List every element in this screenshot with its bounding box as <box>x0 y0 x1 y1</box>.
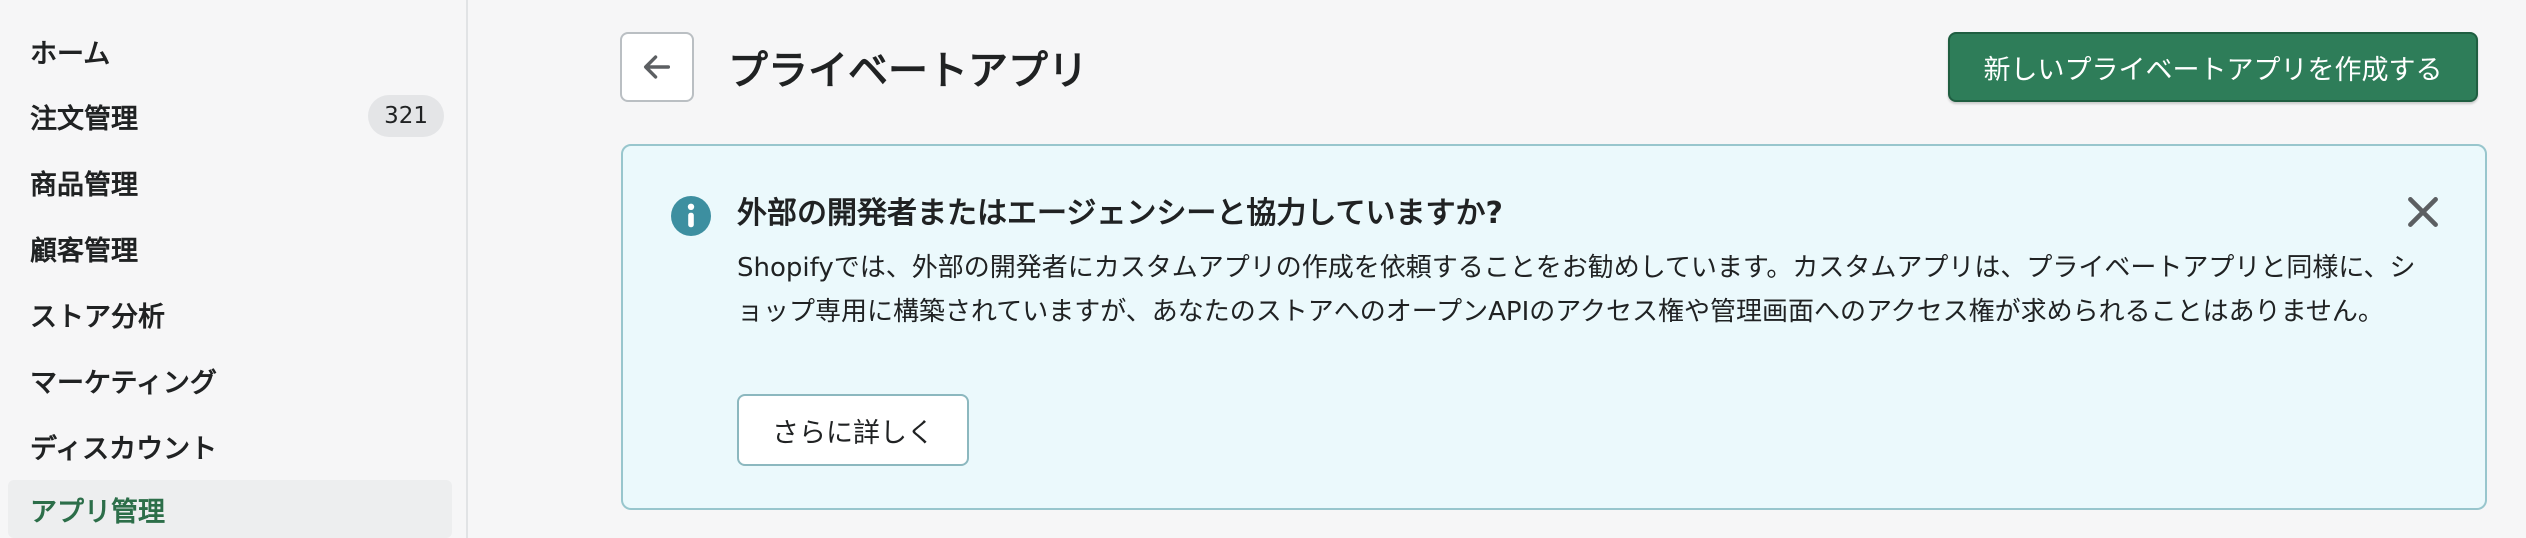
sidebar-item-label: 注文管理 <box>30 103 138 135</box>
info-banner: 外部の開発者またはエージェンシーと協力していますか? Shopifyでは、外部の… <box>621 144 2487 510</box>
main-content: プライベートアプリ 新しいプライベートアプリを作成する 外部の開発者またはエージ… <box>468 0 2526 538</box>
learn-more-button[interactable]: さらに詳しく <box>737 394 969 466</box>
sidebar-item-orders[interactable]: 注文管理 321 <box>8 87 452 145</box>
info-icon <box>671 196 711 236</box>
sidebar-item-home[interactable]: ホーム <box>8 22 452 80</box>
sidebar: ホーム 注文管理 321 商品管理 顧客管理 ストア分析 マーケティング ディス… <box>0 0 468 538</box>
sidebar-item-analytics[interactable]: ストア分析 <box>8 285 452 343</box>
orders-count-badge: 321 <box>368 95 444 137</box>
sidebar-item-label: 商品管理 <box>30 169 138 201</box>
sidebar-item-apps[interactable]: アプリ管理 <box>8 480 452 538</box>
back-button[interactable] <box>620 32 694 102</box>
create-private-app-button[interactable]: 新しいプライベートアプリを作成する <box>1948 32 2478 102</box>
sidebar-item-products[interactable]: 商品管理 <box>8 153 452 211</box>
banner-body: Shopifyでは、外部の開発者にカスタムアプリの作成を依頼することをお勧めして… <box>737 253 2416 327</box>
sidebar-item-label: ディスカウント <box>30 433 218 465</box>
sidebar-item-label: マーケティング <box>30 367 217 399</box>
sidebar-item-label: 顧客管理 <box>30 235 138 267</box>
arrow-left-icon <box>643 55 671 79</box>
banner-title: 外部の開発者またはエージェンシーと協力していますか? <box>737 196 1503 231</box>
page-title: プライベートアプリ <box>728 48 1088 94</box>
sidebar-item-label: ストア分析 <box>30 301 165 333</box>
sidebar-item-label: ホーム <box>30 38 111 70</box>
sidebar-item-marketing[interactable]: マーケティング <box>8 351 452 409</box>
close-icon[interactable] <box>2405 194 2441 230</box>
sidebar-item-discounts[interactable]: ディスカウント <box>8 417 452 475</box>
sidebar-item-customers[interactable]: 顧客管理 <box>8 219 452 277</box>
sidebar-item-label: アプリ管理 <box>30 496 165 528</box>
